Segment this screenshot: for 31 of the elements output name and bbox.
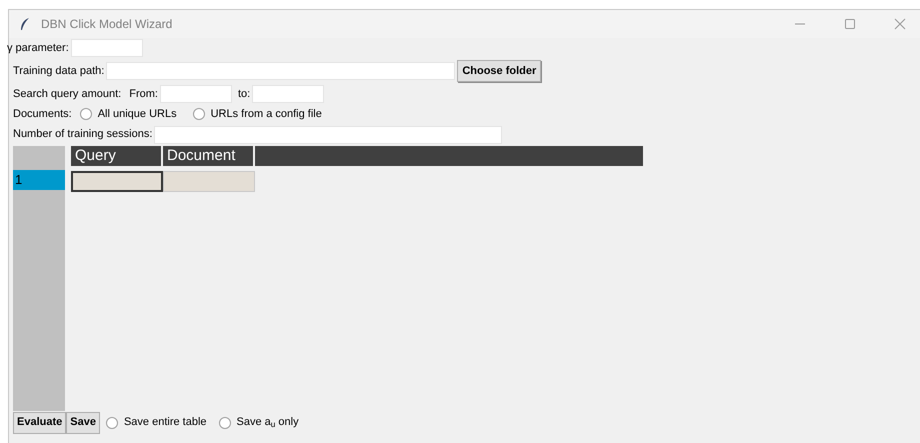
path-field[interactable]: [106, 62, 456, 80]
table-cell[interactable]: [71, 170, 163, 192]
radio-button[interactable]: [218, 416, 231, 428]
footer-button[interactable]: Save: [66, 412, 100, 434]
gamma-field[interactable]: [70, 39, 143, 57]
row-number[interactable]: 1: [13, 170, 65, 190]
feather-icon: [19, 17, 31, 31]
search-amount-label: Search query amount:: [13, 86, 122, 102]
radio-button[interactable]: [192, 108, 205, 120]
window-title: DBN Click Model Wizard: [41, 16, 172, 33]
to-label: to:: [238, 86, 250, 102]
radio-label: All unique URLs: [98, 107, 177, 122]
path-label: Training data path:: [13, 64, 104, 79]
radio-label: URLs from a config file: [210, 107, 322, 122]
footer-button[interactable]: Evaluate: [13, 412, 66, 434]
sessions-label: Number of training sessions:: [13, 127, 152, 142]
sessions-field[interactable]: [154, 126, 502, 144]
radio-button[interactable]: [80, 108, 92, 120]
to-field[interactable]: [252, 85, 324, 103]
column-header[interactable]: Document: [163, 146, 255, 166]
radio-label: Save entire table: [124, 415, 207, 430]
from-field[interactable]: [160, 85, 232, 103]
column-header[interactable]: Query: [71, 146, 163, 166]
documents-label: Documents:: [13, 107, 72, 122]
from-label: From:: [129, 86, 158, 102]
maximize-icon[interactable]: [844, 18, 856, 30]
close-icon[interactable]: [894, 18, 906, 30]
gamma-label: γ parameter:: [7, 40, 69, 56]
radio-label: Save a$_{u}$ only: [236, 415, 299, 431]
choose-folder-button[interactable]: Choose folder: [457, 60, 542, 82]
radio-button[interactable]: [106, 416, 118, 428]
